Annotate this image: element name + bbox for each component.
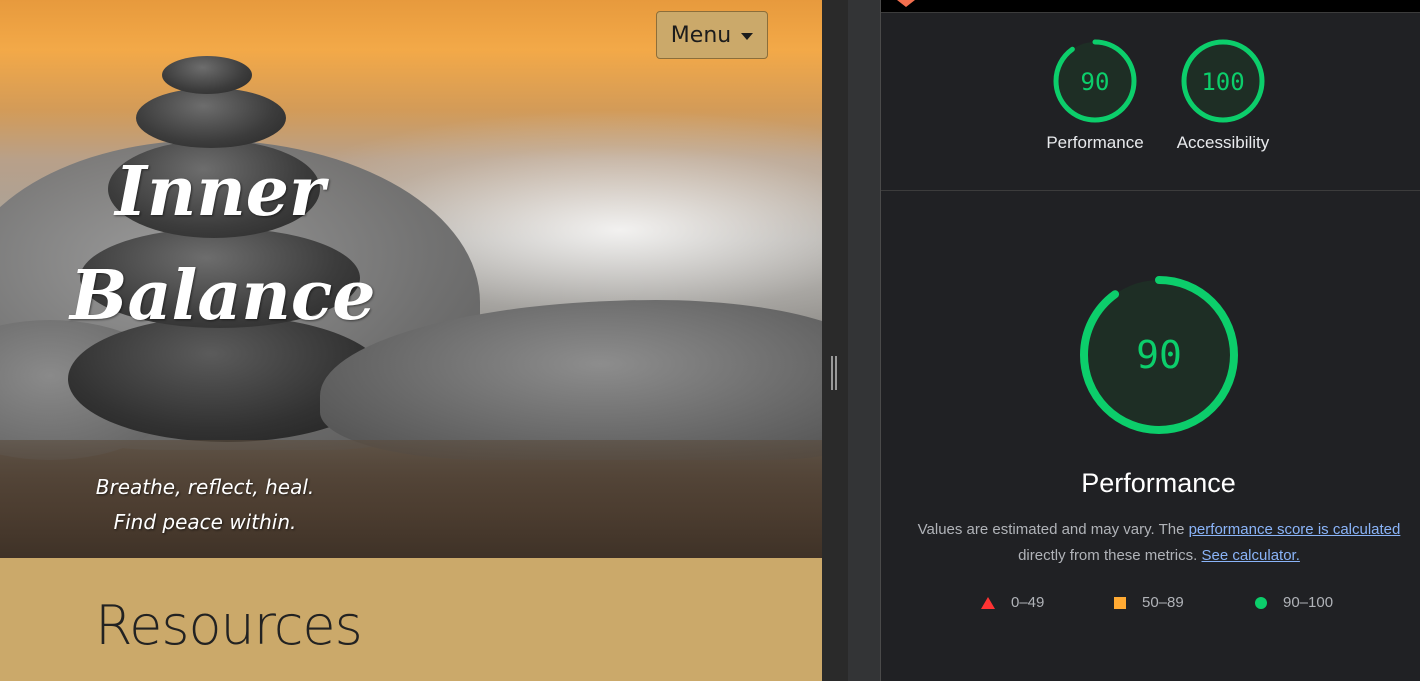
- menu-button[interactable]: Menu: [656, 11, 768, 59]
- lighthouse-logo-icon: [897, 0, 915, 7]
- split-divider[interactable]: [822, 0, 848, 681]
- legend-range: 90–100: [1283, 594, 1334, 611]
- legend-range: 50–89: [1142, 594, 1184, 611]
- score-value: 100: [1201, 68, 1244, 96]
- tagline-line: Breathe, reflect, heal.: [95, 475, 315, 499]
- menu-button-label: Menu: [670, 22, 732, 48]
- legend-item-pass: 90–100: [1255, 594, 1333, 611]
- resize-handle-icon[interactable]: [831, 356, 837, 390]
- score-value: 90: [1081, 68, 1110, 96]
- score-calculated-link[interactable]: performance score is calculated: [1189, 521, 1401, 538]
- legend-range: 0–49: [1011, 594, 1045, 611]
- site-title-line: Inner: [115, 152, 325, 232]
- caret-down-icon: [741, 32, 754, 40]
- site-title-line: Balance: [70, 256, 376, 336]
- triangle-icon: [981, 596, 995, 609]
- site-title: Inner Balance: [70, 140, 376, 348]
- square-icon: [1114, 596, 1126, 609]
- website-preview: Inner Balance Breathe, reflect, heal. Fi…: [0, 0, 822, 681]
- gauge-ring: 100: [1181, 39, 1265, 123]
- site-tagline: Breathe, reflect, heal. Find peace withi…: [60, 470, 350, 540]
- score-label: Accessibility: [1176, 133, 1270, 152]
- score-label: Performance: [1046, 133, 1144, 152]
- lighthouse-report: 90 Performance 100 Accessibility 90 Perf…: [881, 0, 1420, 681]
- section-heading-resources: Resources: [95, 594, 363, 657]
- panel-gutter: [848, 0, 881, 681]
- section-divider: [881, 190, 1420, 191]
- description-text: directly from these metrics.: [1018, 547, 1202, 564]
- report-topbar: [881, 0, 1420, 13]
- main-score-value: 90: [1136, 333, 1182, 377]
- see-calculator-link[interactable]: See calculator.: [1201, 547, 1299, 564]
- description-text: Values are estimated and may vary. The: [917, 521, 1189, 538]
- score-gauge-accessibility[interactable]: 100 Accessibility: [1173, 39, 1273, 153]
- main-score-gauge: 90: [1080, 276, 1238, 434]
- tagline-line: Find peace within.: [113, 510, 297, 534]
- legend-item-fail: 0–49: [981, 594, 1044, 611]
- score-gauge-performance[interactable]: 90 Performance: [1045, 39, 1145, 153]
- gauge-ring: 90: [1053, 39, 1137, 123]
- hero-stone: [162, 56, 252, 94]
- circle-icon: [1255, 596, 1267, 609]
- category-description: Values are estimated and may vary. The p…: [899, 517, 1419, 569]
- legend-item-average: 50–89: [1114, 594, 1184, 611]
- hero-stone: [136, 88, 286, 148]
- hero-banner: Inner Balance Breathe, reflect, heal. Fi…: [0, 0, 822, 558]
- category-title: Performance: [1081, 468, 1236, 498]
